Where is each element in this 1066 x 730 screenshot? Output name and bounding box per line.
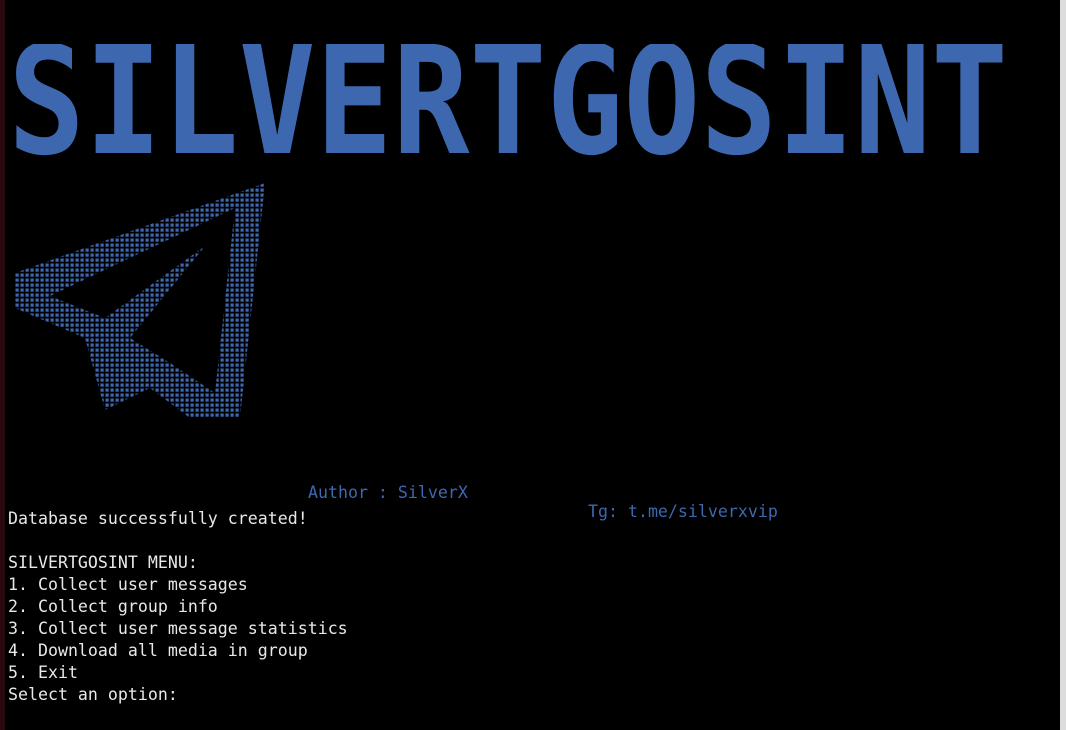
telegram-link: Tg: t.me/silverxvip: [588, 502, 778, 521]
window-left-edge: [0, 0, 5, 730]
menu-item-collect-user-messages: 1. Collect user messages: [8, 575, 248, 594]
author-credit: Author : SilverX: [308, 483, 468, 502]
menu-title: SILVERTGOSINT MENU:: [8, 553, 198, 572]
status-message: Database successfully created!: [8, 509, 308, 528]
menu-item-download-all-media: 4. Download all media in group: [8, 641, 308, 660]
input-prompt[interactable]: Select an option:: [8, 684, 178, 706]
menu-item-exit: 5. Exit: [8, 663, 78, 682]
ascii-banner: SILVERTGOSINT: [8, 44, 1008, 157]
scrollbar[interactable]: [1060, 0, 1066, 730]
terminal-window[interactable]: SILVERTGOSINT Author : SilverX Tg: t.me/…: [0, 0, 1066, 730]
telegram-paper-plane-icon: [15, 183, 265, 418]
credits-line: Author : SilverX Tg: t.me/silverxvip: [0, 464, 1060, 521]
menu-item-collect-user-message-statistics: 3. Collect user message statistics: [8, 619, 348, 638]
menu-item-collect-group-info: 2. Collect group info: [8, 597, 218, 616]
banner-text: SILVERTGOSINT: [8, 44, 1008, 157]
